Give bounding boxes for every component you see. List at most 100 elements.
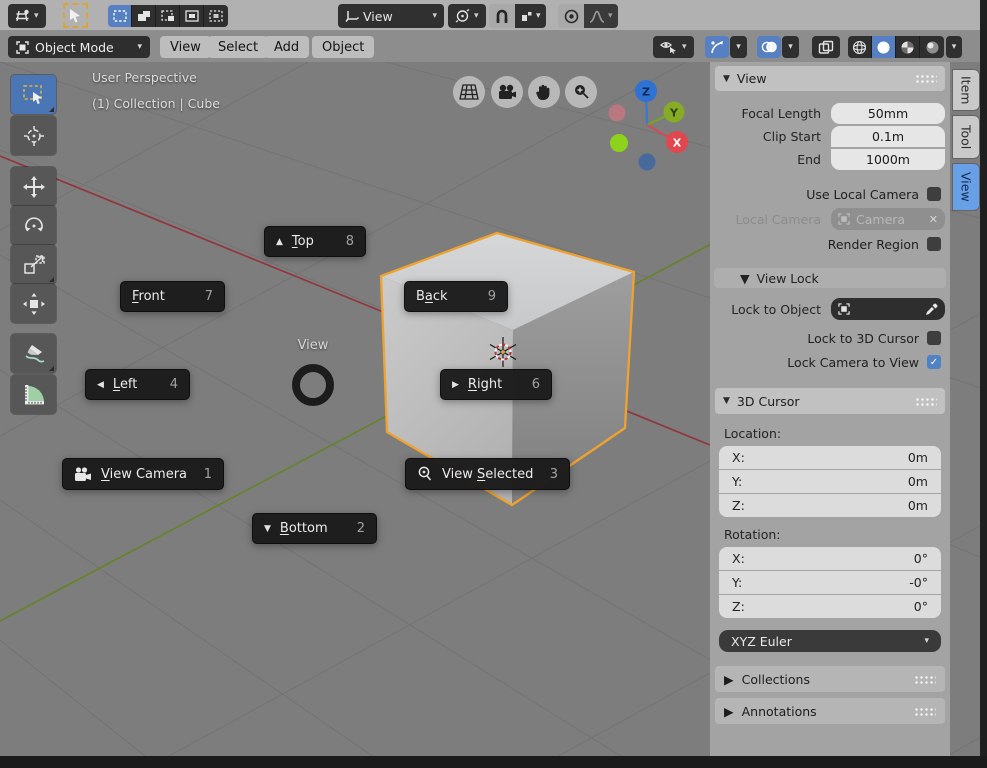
gizmo-settings-dropdown[interactable]: ▾ — [730, 36, 747, 58]
subtool-corner-indicator — [49, 277, 54, 282]
shading-rendered[interactable] — [920, 36, 944, 58]
shading-material-preview[interactable] — [896, 36, 920, 58]
pivot-point-dropdown[interactable]: ▾ — [448, 4, 486, 28]
orientation-axis-icon — [345, 9, 359, 23]
svg-text:Z: Z — [642, 86, 650, 99]
toggle-grid-button[interactable] — [453, 76, 485, 108]
svg-text:X: X — [673, 137, 682, 150]
panel-header-collections[interactable]: ▶ Collections — [715, 666, 945, 692]
show-overlays-toggle[interactable] — [757, 36, 781, 58]
clip-start-field[interactable]: 0.1m — [831, 126, 945, 147]
tool-cursor[interactable] — [11, 116, 56, 155]
lock-3d-cursor-checkbox[interactable] — [927, 331, 941, 345]
zoom-view-button[interactable] — [565, 76, 597, 108]
panel-grip-icon[interactable] — [915, 74, 937, 83]
tool-rotate[interactable] — [11, 206, 56, 245]
tool-measure[interactable] — [11, 375, 56, 414]
show-gizmo-toggle[interactable] — [705, 36, 729, 58]
clear-object-icon[interactable]: ✕ — [929, 213, 938, 226]
svg-text:Y: Y — [669, 107, 679, 120]
panel-grip-icon[interactable] — [915, 397, 937, 406]
sidebar-tab-view[interactable]: View — [953, 164, 979, 210]
tool-scale[interactable] — [11, 245, 56, 284]
hand-icon — [535, 83, 553, 101]
clip-end-field[interactable]: 1000m — [831, 149, 945, 170]
camera-view-button[interactable] — [491, 76, 523, 108]
editor-type-dropdown[interactable]: ▾ — [8, 4, 46, 28]
object-mode-dropdown[interactable]: Object Mode ▾ — [8, 36, 150, 58]
panel-header-annotations[interactable]: ▶ Annotations — [715, 698, 945, 724]
shading-solid[interactable] — [872, 36, 896, 58]
pie-item-left[interactable]: ◀ Left 4 — [85, 369, 190, 400]
menu-object[interactable]: Object — [312, 36, 374, 58]
pie-item-top[interactable]: ▲ Top 8 — [264, 226, 366, 257]
sidebar-tab-tool[interactable]: Tool — [953, 116, 979, 158]
lock-3d-cursor-label: Lock to 3D Cursor — [807, 331, 919, 346]
pie-menu-center-ring[interactable] — [292, 364, 334, 406]
proportional-edit-button[interactable] — [558, 4, 584, 28]
active-tool-indicator[interactable] — [63, 3, 88, 28]
focal-length-field[interactable]: 50mm — [831, 103, 945, 124]
subpanel-header-view-lock[interactable]: ▼ View Lock — [714, 268, 946, 288]
pie-item-view-camera[interactable]: View Camera 1 — [62, 458, 224, 490]
pie-item-back[interactable]: Back 9 — [404, 281, 508, 312]
tool-transform[interactable] — [11, 284, 56, 323]
select-mode-set[interactable] — [108, 5, 132, 27]
proportional-falloff-dropdown[interactable]: ▾ — [584, 4, 618, 28]
select-mode-invert[interactable] — [180, 5, 204, 27]
panel-header-3d-cursor[interactable]: ▼ 3D Cursor — [715, 388, 945, 414]
xray-toggle[interactable] — [812, 36, 840, 58]
menu-add[interactable]: Add — [264, 36, 309, 58]
navigation-gizmo[interactable]: Z Y X — [600, 75, 700, 175]
shading-settings-dropdown[interactable]: ▾ — [946, 36, 962, 58]
pie-item-label: Left — [113, 377, 137, 392]
panel-header-view[interactable]: ▼ View — [715, 66, 945, 91]
chevron-down-icon: ▾ — [608, 12, 613, 21]
eyedropper-icon[interactable] — [925, 303, 938, 316]
select-mode-intersect[interactable] — [204, 5, 228, 27]
render-region-checkbox[interactable] — [927, 237, 941, 251]
transform-orientation-dropdown[interactable]: View ▾ — [338, 4, 444, 28]
pie-item-right[interactable]: ▶ Right 6 — [440, 369, 552, 400]
menu-select[interactable]: Select — [208, 36, 268, 58]
menu-view[interactable]: View — [160, 36, 211, 58]
lock-to-object-field[interactable] — [831, 298, 945, 320]
pan-view-button[interactable] — [528, 76, 560, 108]
object-data-icon — [838, 303, 850, 315]
location-z-field[interactable]: Z:0m — [719, 494, 941, 517]
local-camera-field[interactable]: Camera ✕ — [831, 208, 945, 230]
window-edge-bottom — [0, 756, 987, 768]
snap-settings-dropdown[interactable]: ▾ — [515, 4, 546, 28]
pie-item-label: Top — [292, 234, 314, 249]
select-subtract-icon — [161, 10, 175, 22]
rotation-order-dropdown[interactable]: XYZ Euler ▾ — [719, 630, 941, 652]
snap-toggle-button[interactable] — [489, 4, 515, 28]
overlays-settings-dropdown[interactable]: ▾ — [782, 36, 799, 58]
tool-select-box[interactable] — [11, 75, 56, 114]
sidebar-tab-item[interactable]: Item — [953, 70, 979, 110]
location-y-field[interactable]: Y:0m — [719, 470, 941, 493]
pie-item-view-selected[interactable]: View Selected 3 — [405, 458, 570, 490]
clip-end-label: End — [715, 152, 831, 167]
panel-grip-icon[interactable] — [914, 707, 936, 716]
select-invert-icon — [185, 10, 199, 22]
pie-item-hotkey-number: 8 — [346, 234, 354, 249]
location-x-field[interactable]: X:0m — [719, 446, 941, 469]
visibility-dropdown[interactable]: ▾ — [653, 36, 694, 58]
select-mode-subtract[interactable] — [156, 5, 180, 27]
tool-annotate[interactable] — [11, 334, 56, 373]
pie-item-front[interactable]: Front 7 — [120, 281, 225, 312]
down-triangle-icon: ▼ — [264, 524, 271, 534]
use-local-camera-checkbox[interactable] — [927, 187, 941, 201]
rotation-z-field[interactable]: Z:0° — [719, 595, 941, 618]
viewport-collection-label: (1) Collection | Cube — [92, 96, 220, 111]
pie-item-bottom[interactable]: ▼ Bottom 2 — [252, 513, 377, 544]
tool-move[interactable] — [11, 167, 56, 206]
panel-grip-icon[interactable] — [914, 675, 936, 684]
shading-wireframe[interactable] — [848, 36, 872, 58]
material-sphere-icon — [900, 40, 915, 55]
lock-camera-checkbox[interactable]: ✓ — [927, 355, 941, 369]
rotation-y-field[interactable]: Y:-0° — [719, 571, 941, 594]
rotation-x-field[interactable]: X:0° — [719, 547, 941, 570]
select-mode-extend[interactable] — [132, 5, 156, 27]
